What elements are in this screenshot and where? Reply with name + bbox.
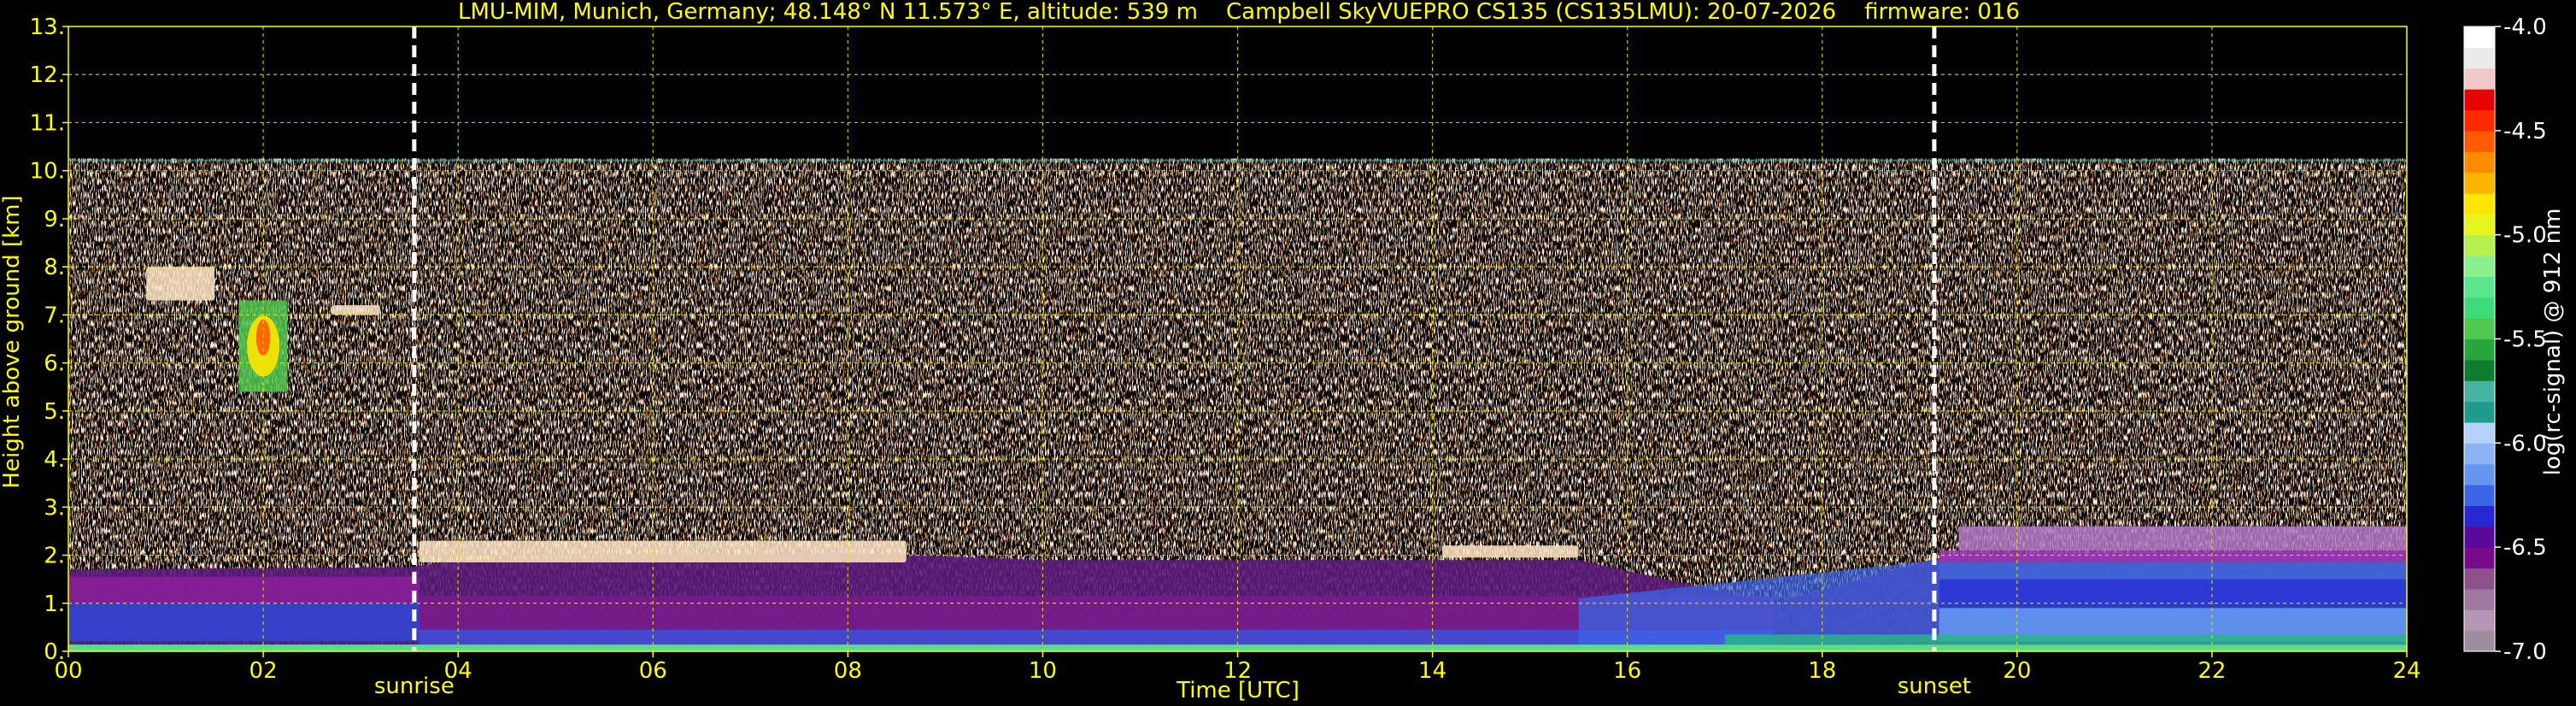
sunset-label: sunset [1898,674,1971,699]
y-tick-label: 6. [44,351,65,377]
colorbar-segment [2464,214,2495,236]
colorbar-tick-label: -4.0 [2503,15,2547,40]
colorbar-segment [2464,68,2495,90]
cloud-layer [146,267,215,301]
x-tick-label: 16 [1613,658,1641,684]
colorbar-segment [2464,588,2495,610]
x-tick-label: 02 [249,658,278,684]
colorbar-segment [2464,297,2495,319]
y-tick-label: 13. [30,15,65,40]
sunrise-label: sunrise [374,674,455,699]
colorbar-segment [2464,401,2495,423]
aerosol-band [68,603,420,642]
colorbar-segment [2464,609,2495,632]
colorbar-segment [2464,485,2495,507]
colorbar-segment [2464,151,2495,174]
colorbar-segment [2464,256,2495,277]
ground-layer-evening [1724,634,2407,645]
chart-title: LMU-MIM, Munich, Germany; 48.148° N 11.5… [458,0,2020,25]
colorbar-segment [2464,276,2495,298]
colorbar: -4.0-4.5-5.0-5.5-6.0-6.5-7.0 [2463,15,2547,665]
y-tick-label: 12. [30,62,65,88]
y-tick-label: 2. [44,544,65,569]
colorbar-segment [2464,359,2495,381]
colorbar-tick-label: -6.5 [2503,535,2547,561]
y-tick-label: 9. [44,207,65,232]
colorbar-segment [2464,443,2495,465]
y-tick-label: 10. [30,159,65,185]
colorbar-segment [2464,380,2495,403]
cloud-layer [419,540,907,562]
y-tick-label: 1. [44,591,65,617]
y-tick-label: 4. [44,447,65,473]
y-tick-label: 0. [44,639,65,665]
colorbar-segment [2464,26,2495,48]
y-tick-label: 3. [44,495,65,521]
colorbar-segment [2464,192,2495,215]
cloud-layer [1441,545,1579,558]
ceilometer-chart: sunrise sunset 00 02 04 06 08 10 12 14 16 18 20 22 24… [0,0,2566,703]
x-tick-label: 14 [1418,658,1446,684]
x-tick-label: 24 [2392,658,2421,684]
y-tick-label: 11. [30,110,65,136]
colorbar-segment [2464,109,2495,132]
colorbar-segment [2464,547,2495,569]
colorbar-segment [2464,89,2495,111]
colorbar-segment [2464,47,2495,69]
colorbar-segment [2464,338,2495,361]
y-axis-label: Height above ground [km] [0,195,25,488]
colorbar-tick-label: -4.5 [2503,119,2547,144]
x-tick-label: 06 [639,658,667,684]
colorbar-segment [2464,463,2495,485]
y-axis: 0. 1. 2. 3. 4. 5. 6. 7. 8. 9. 10. 11. 12. 13. [30,15,68,665]
colorbar-segment [2464,568,2495,590]
colorbar-segment [2464,130,2495,152]
colorbar-segment [2464,318,2495,340]
colorbar-segment [2464,505,2495,527]
x-tick-label: 10 [1029,658,1057,684]
x-tick-label: 08 [834,658,862,684]
colorbar-label: log(rc-signal) @ 912 nm [2540,209,2566,476]
y-tick-label: 5. [44,399,65,425]
x-tick-label: 22 [2198,658,2226,684]
colorbar-segment [2464,172,2495,194]
x-axis-label: Time [UTC] [1176,678,1300,703]
colorbar-segment [2464,526,2495,548]
x-tick-label: 04 [444,658,472,684]
colorbar-segment [2464,630,2495,652]
colorbar-segment [2464,421,2495,444]
x-tick-label: 18 [1808,658,1836,684]
aerosol-band [1939,579,2407,609]
aerosol-band [1939,550,2407,562]
aerosol-band [1958,526,2407,550]
colorbar-segment [2464,234,2495,256]
cloud-layer [331,305,380,315]
y-tick-label: 8. [44,255,65,280]
colorbar-tick-label: -7.0 [2503,639,2547,665]
y-tick-label: 7. [44,303,65,328]
x-tick-label: 20 [2003,658,2031,684]
